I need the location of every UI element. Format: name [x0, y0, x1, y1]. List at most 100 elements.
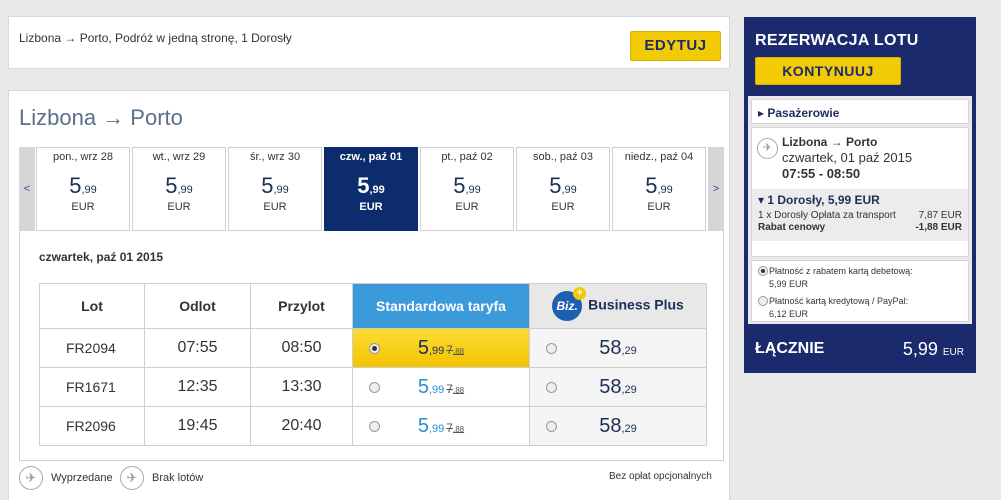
- no-optional-fees-note: Bez opłat opcjonalnych: [609, 471, 712, 482]
- old-price: 7,88: [446, 381, 465, 396]
- flight-selection-panel: Lizbona → Porto < > czwartek, paź 01 201…: [8, 90, 730, 500]
- edit-button[interactable]: EDYTUJ: [630, 31, 721, 61]
- standard-fare-cell[interactable]: 5,99 7,88: [352, 328, 530, 368]
- standard-fare-cell[interactable]: 5,99 7,88: [352, 367, 530, 407]
- booking-title: REZERWACJA LOTU: [755, 32, 919, 49]
- passengers-toggle[interactable]: ▸ Pasażerowie: [751, 99, 969, 124]
- depart-time: 12:35: [144, 367, 251, 407]
- credit-radio[interactable]: [758, 296, 768, 306]
- date-tab-label: czw., paź 01: [339, 151, 403, 163]
- total-label: ŁĄCZNIE: [755, 340, 825, 357]
- flight-number: FR2096: [39, 406, 145, 446]
- standard-fare-price: 5,99: [417, 414, 445, 437]
- plane-icon: ✈: [757, 138, 778, 159]
- total-price: 5,99 EUR: [902, 339, 964, 359]
- date-tab-label: śr., wrz 30: [249, 151, 301, 163]
- old-price: 7,88: [446, 420, 465, 435]
- arrive-time: 20:40: [250, 406, 353, 446]
- transport-fee-line: 1 x Dorosły Opłata za transport 7,87 EUR: [758, 210, 962, 221]
- standard-fare-price: 5,99: [417, 336, 445, 359]
- col-header-business-plus: Biz. + Business Plus: [529, 283, 707, 329]
- date-tab-currency: EUR: [71, 201, 95, 213]
- business-fare-radio[interactable]: [546, 343, 557, 354]
- business-fare-price: 58,29: [599, 336, 637, 359]
- arrive-time: 08:50: [250, 328, 353, 368]
- col-header-depart: Odlot: [144, 283, 251, 329]
- col-header-arrive: Przylot: [250, 283, 353, 329]
- date-tab-label: niedz., paź 04: [624, 151, 694, 163]
- business-fare-cell[interactable]: 58,29: [529, 328, 707, 368]
- payment-debit-option[interactable]: Płatność z rabatem kartą debetową: 5,99 …: [758, 265, 962, 291]
- depart-time: 19:45: [144, 406, 251, 446]
- payment-options: Płatność z rabatem kartą debetową: 5,99 …: [751, 260, 969, 322]
- debit-radio[interactable]: [758, 266, 768, 276]
- date-tab-price: 5,99: [69, 173, 97, 198]
- continue-button[interactable]: KONTYNUUJ: [755, 57, 901, 85]
- flight-row: FR1671 12:35 13:30 5,99 7,88 58,29: [39, 367, 707, 407]
- flight-row: FR2096 19:45 20:40 5,99 7,88 58,29: [39, 406, 707, 446]
- flight-number: FR1671: [39, 367, 145, 407]
- date-tab-price: 5,99: [549, 173, 577, 198]
- business-fare-price: 58,29: [599, 375, 637, 398]
- route-title: Lizbona → Porto: [19, 105, 183, 130]
- standard-fare-cell[interactable]: 5,99 7,88: [352, 406, 530, 446]
- sidebar-route: Lizbona → Porto: [782, 135, 878, 149]
- business-fare-radio[interactable]: [546, 421, 557, 432]
- date-tab-currency: EUR: [647, 201, 671, 213]
- route-card: ✈ Lizbona → Porto czwartek, 01 paź 2015 …: [751, 127, 969, 257]
- discount-line: Rabat cenowy -1,88 EUR: [758, 222, 962, 233]
- payment-credit-option[interactable]: Płatność kartą kredytową / PayPal: 6,12 …: [758, 295, 962, 321]
- business-fare-radio[interactable]: [546, 382, 557, 393]
- flight-row: FR2094 07:55 08:50 5,99 7,88 58,29: [39, 328, 707, 368]
- date-tab-price: 5,99: [357, 173, 385, 198]
- legend-no-flights-label: Brak lotów: [152, 472, 204, 484]
- trip-summary-text: Lizbona → Porto, Podróż w jedną stronę, …: [19, 31, 292, 45]
- sidebar-date: czwartek, 01 paź 2015: [782, 150, 913, 165]
- legend-sold-out: ✈ Wyprzedane: [19, 466, 113, 490]
- date-tab[interactable]: sob., paź 03 5,99 EUR: [516, 147, 610, 231]
- depart-time: 07:55: [144, 328, 251, 368]
- standard-fare-radio[interactable]: [369, 421, 380, 432]
- date-tab[interactable]: śr., wrz 30 5,99 EUR: [228, 147, 322, 231]
- booking-sidebar: REZERWACJA LOTU KONTYNUUJ ▸ Pasażerowie …: [744, 17, 976, 373]
- business-fare-cell[interactable]: 58,29: [529, 406, 707, 446]
- date-tab-price: 5,99: [165, 173, 193, 198]
- date-tab[interactable]: niedz., paź 04 5,99 EUR: [612, 147, 706, 231]
- business-plus-label: Business Plus: [588, 296, 684, 313]
- legend-sold-out-label: Wyprzedane: [51, 472, 113, 484]
- date-tab-currency: EUR: [551, 201, 575, 213]
- date-tab-label: pt., paź 02: [441, 151, 493, 163]
- date-tab[interactable]: wt., wrz 29 5,99 EUR: [132, 147, 226, 231]
- flight-number: FR2094: [39, 328, 145, 368]
- date-tab-currency: EUR: [359, 201, 383, 213]
- business-fare-price: 58,29: [599, 414, 637, 437]
- next-dates-arrow[interactable]: >: [708, 147, 724, 231]
- date-tab[interactable]: pon., wrz 28 5,99 EUR: [36, 147, 130, 231]
- sidebar-time: 07:55 - 08:50: [782, 166, 861, 181]
- legend-no-flights: ✈ Brak lotów: [120, 466, 203, 490]
- date-tab-currency: EUR: [263, 201, 287, 213]
- biz-badge-icon: Biz. +: [552, 287, 587, 321]
- date-tab-currency: EUR: [167, 201, 191, 213]
- adult-price-toggle[interactable]: ▾ 1 Dorosły, 5,99 EUR: [758, 193, 962, 207]
- booking-details: ▸ Pasażerowie ✈ Lizbona → Porto czwartek…: [748, 96, 972, 324]
- date-tab-currency: EUR: [455, 201, 479, 213]
- date-tab[interactable]: czw., paź 01 5,99 EUR: [324, 147, 418, 231]
- standard-fare-radio[interactable]: [369, 382, 380, 393]
- date-tab-price: 5,99: [261, 173, 289, 198]
- date-tab-label: sob., paź 03: [533, 151, 593, 163]
- date-tab-label: wt., wrz 29: [152, 151, 206, 163]
- prev-dates-arrow[interactable]: <: [19, 147, 35, 231]
- old-price: 7,88: [446, 342, 465, 357]
- date-tab[interactable]: pt., paź 02 5,99 EUR: [420, 147, 514, 231]
- day-detail-box: czwartek, paź 01 2015 Lot Odlot Przylot …: [19, 231, 724, 461]
- sold-out-icon: ✈: [19, 466, 43, 490]
- no-flights-icon: ✈: [120, 466, 144, 490]
- business-fare-cell[interactable]: 58,29: [529, 367, 707, 407]
- date-tab-price: 5,99: [453, 173, 481, 198]
- fare-table: Lot Odlot Przylot Standardowa taryfa Biz…: [39, 283, 707, 446]
- date-tab-price: 5,99: [645, 173, 673, 198]
- standard-fare-radio[interactable]: [369, 343, 380, 354]
- standard-fare-price: 5,99: [417, 375, 445, 398]
- arrive-time: 13:30: [250, 367, 353, 407]
